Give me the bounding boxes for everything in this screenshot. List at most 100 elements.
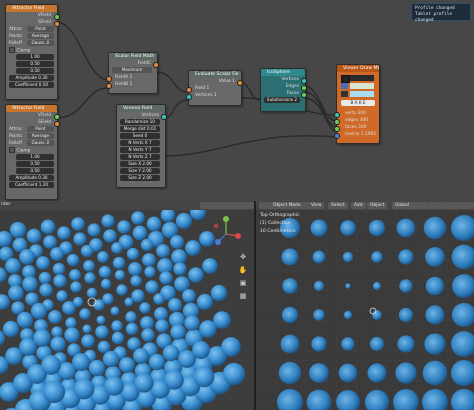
field-socket[interactable]	[186, 87, 192, 93]
sphere-instance	[5, 258, 21, 274]
node-editor[interactable]: Attractor Field VField SField Attrac Poin…	[0, 0, 474, 201]
navigation-gizmo[interactable]	[206, 214, 246, 254]
viewer-option-bar[interactable]	[350, 75, 374, 81]
select-menu[interactable]: Select	[328, 202, 348, 209]
edge-color-swatch[interactable]	[350, 83, 374, 89]
size-x-field[interactable]: Size X 2.00	[120, 161, 160, 167]
n-verts-x-field[interactable]: N Verts X 7	[120, 140, 160, 146]
object-menu[interactable]: Object	[367, 202, 388, 209]
sphere-instance	[182, 289, 196, 303]
node-header: Attractor Field	[6, 105, 57, 112]
top-orthographic-viewport[interactable]: Top Orthographic (1) Collection 10 Centi…	[256, 210, 474, 410]
math-mode-dropdown[interactable]: Maximum	[112, 67, 152, 73]
viewer-toggle-icon[interactable]	[341, 75, 350, 83]
sphere-instance	[2, 320, 20, 338]
sphere-instance	[424, 333, 446, 355]
points-mode-dropdown[interactable]: Average	[27, 133, 54, 139]
bake-button[interactable]: B A K E	[341, 100, 375, 106]
grid-icon[interactable]: ▦	[238, 292, 248, 305]
sphere-instance	[50, 247, 64, 261]
perspective-viewport[interactable]: ✥ ✋ ▣ ▦	[0, 210, 254, 410]
size-y-field[interactable]: Size Y 2.00	[120, 168, 160, 174]
vfield-socket[interactable]	[54, 14, 60, 20]
ico-faces-socket[interactable]	[301, 92, 307, 98]
merge-dist-field[interactable]: Merge dist 0.01	[120, 126, 160, 132]
n-verts-y-field[interactable]: N Verts Y 7	[120, 147, 160, 153]
edges-socket[interactable]	[334, 119, 340, 125]
sphere-instance	[88, 359, 106, 377]
scale-label: 10 Centimeters	[260, 229, 296, 234]
voronoi-field-node[interactable]: Voronoi Field Vertices Randomize 10 Merg…	[116, 104, 167, 188]
sphere-instance	[73, 378, 95, 400]
center-z-field[interactable]: 0.50	[16, 68, 54, 74]
sphere-instance	[425, 305, 445, 325]
add-menu[interactable]: Add	[351, 202, 366, 209]
center-y-field[interactable]: 0.50	[16, 161, 54, 167]
snap-button[interactable]	[446, 202, 474, 209]
shading-button[interactable]	[200, 202, 226, 209]
object-mode-dropdown[interactable]: Object Mode	[270, 202, 310, 209]
vertices-socket[interactable]	[186, 94, 192, 100]
sfield-socket[interactable]	[54, 121, 60, 127]
center-y-field[interactable]: 0.50	[16, 61, 54, 67]
points-mode-label: Points	[9, 34, 23, 39]
value-socket[interactable]	[237, 80, 243, 86]
sphere-instance	[160, 210, 176, 223]
sphere-instance	[70, 281, 82, 293]
coefficient-field[interactable]: Coefficient 0.50	[9, 82, 54, 88]
clamp-checkbox[interactable]	[9, 147, 15, 153]
n-verts-z-field[interactable]: N Verts Z 7	[120, 154, 160, 160]
attractor-type-dropdown[interactable]: Point	[27, 26, 54, 32]
falloff-label: Falloff	[9, 41, 22, 46]
falloff-dropdown[interactable]: Gauss..Il	[27, 140, 54, 146]
sphere-instance	[39, 283, 53, 297]
falloff-dropdown[interactable]: Gauss..Il	[27, 40, 54, 46]
sphere-instance	[345, 283, 351, 289]
faces-socket[interactable]	[334, 126, 340, 132]
grab-icon[interactable]: ✋	[238, 266, 248, 279]
attractor-field-node-1[interactable]: Attractor Field VField SField Attrac Poin…	[5, 4, 60, 100]
center-z-field[interactable]: 0.50	[16, 168, 54, 174]
attractor-field-node-2[interactable]: Attractor Field VField SField Attrac Poin…	[5, 104, 60, 200]
sfield-socket[interactable]	[54, 21, 60, 27]
ico-edges-socket[interactable]	[301, 85, 307, 91]
face-color-swatch[interactable]	[350, 91, 374, 97]
icosphere-node[interactable]: IcoSphere Vertices Edges Faces Subdivisi…	[260, 68, 307, 112]
scalar-field-math-node[interactable]: Scalar Field Math FieldC Maximum FieldA …	[106, 52, 159, 94]
fieldc-socket[interactable]	[153, 62, 159, 68]
amplitude-field[interactable]: Amplitude 0.30	[9, 75, 54, 81]
viewer-draw-node[interactable]: Viewer Draw Mk3 B A K E verts 300 edges …	[334, 64, 380, 144]
points-mode-dropdown[interactable]: Average	[27, 33, 54, 39]
subdivisions-field[interactable]: Subdivisions 2	[264, 97, 300, 103]
ico-vertices-socket[interactable]	[301, 78, 307, 84]
clamp-checkbox[interactable]	[9, 47, 15, 53]
left-header-label: rder	[1, 202, 11, 207]
field-a-socket[interactable]	[106, 76, 112, 82]
center-x-field[interactable]: 1.00	[16, 154, 54, 160]
pivot-button[interactable]	[428, 202, 446, 209]
evaluate-scalar-field-node[interactable]: Evaluate Scalar Fie Value 1 Field 1 Vert…	[186, 70, 243, 106]
camera-icon[interactable]: ▣	[238, 279, 248, 292]
vertices-socket[interactable]	[161, 114, 167, 120]
sphere-instance	[159, 271, 173, 285]
transform-orientation-dropdown[interactable]: Global	[392, 202, 428, 209]
randomize-field[interactable]: Randomize 10	[120, 119, 160, 125]
seed-field[interactable]: Seed 0	[120, 133, 160, 139]
view-menu[interactable]: View	[308, 202, 325, 209]
sphere-instance	[148, 353, 166, 371]
vfield-socket[interactable]	[54, 114, 60, 120]
coefficient-field[interactable]: Coefficient 1.20	[9, 182, 54, 188]
matrix-socket[interactable]	[334, 133, 340, 139]
verts-socket[interactable]	[334, 112, 340, 118]
vertex-color-swatch[interactable]	[341, 83, 348, 89]
sphere-instance	[340, 220, 356, 236]
move-icon[interactable]: ✥	[238, 253, 248, 266]
field-b-socket[interactable]	[106, 83, 112, 89]
attractor-type-dropdown[interactable]: Point	[27, 126, 54, 132]
size-z-field[interactable]: Size Z 2.00	[120, 175, 160, 181]
sphere-instance	[16, 311, 34, 329]
amplitude-field[interactable]: Amplitude 0.30	[9, 175, 54, 181]
face-toggle-icon[interactable]	[341, 91, 348, 97]
center-x-field[interactable]: 1.00	[16, 54, 54, 60]
overlay-button[interactable]	[224, 202, 254, 209]
